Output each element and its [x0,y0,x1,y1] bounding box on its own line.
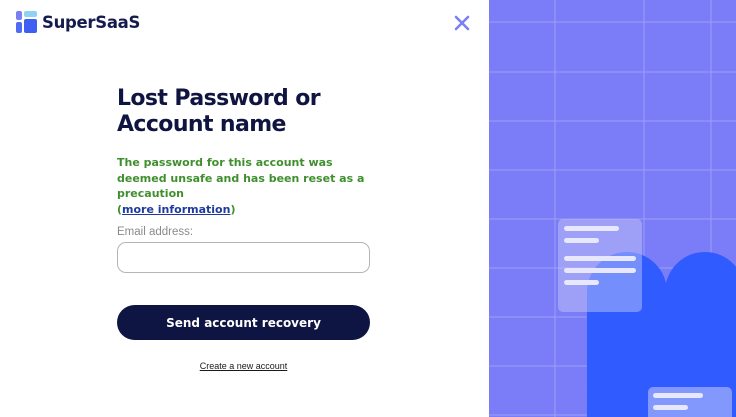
page-title-line-1: Lost Password or [117,86,321,111]
decorative-illustration [489,0,736,417]
notice-text: The password for this account was deemed… [117,156,365,200]
password-reset-notice: The password for this account was deemed… [117,155,367,217]
page-title-line-2: Account name [117,112,286,137]
decorative-panel [489,0,736,417]
brand-name: SuperSaaS [42,12,141,32]
send-account-recovery-button[interactable]: Send account recovery [117,305,370,340]
email-input[interactable] [117,242,370,273]
supersaas-logo-icon [16,11,37,33]
email-label: Email address: [117,226,194,238]
close-icon[interactable] [452,13,472,33]
page-title: Lost Password or Account name [117,86,377,138]
create-account-link[interactable]: Create a new account [117,361,370,371]
login-panel: SuperSaaS Lost Password or Account name … [0,0,489,417]
notice-close-paren: ) [230,202,236,216]
more-information-link[interactable]: more information [122,203,230,216]
brand-logo[interactable]: SuperSaaS [16,11,140,33]
